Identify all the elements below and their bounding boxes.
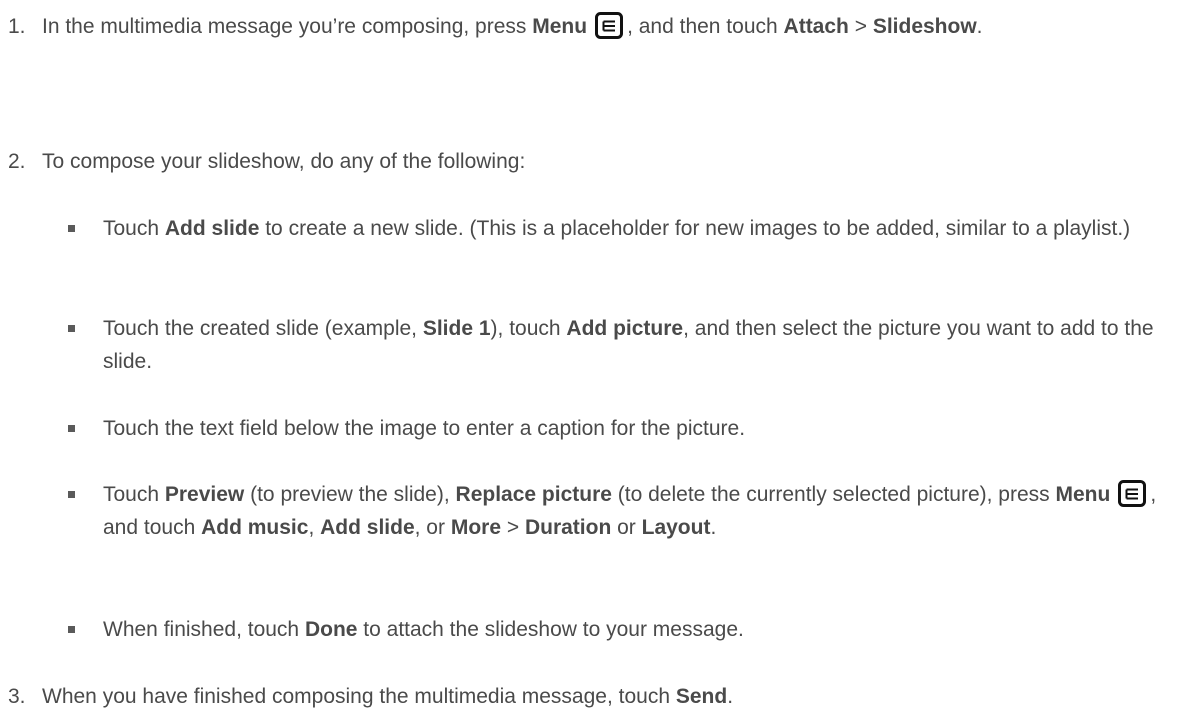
bold-term: Add slide (320, 516, 415, 539)
text-run: . (710, 516, 717, 539)
text-run: (to preview the slide), (244, 483, 456, 506)
text-run: To compose your slideshow, do any of the… (42, 150, 526, 173)
bullet-square-icon (68, 626, 75, 633)
bold-term: Attach (783, 15, 849, 38)
text-run: . (727, 685, 734, 708)
bullet-text: Touch Add slide to create a new slide. (… (103, 212, 1193, 245)
menu-icon (595, 12, 624, 39)
step-number: 2. (8, 150, 26, 173)
bold-term: Send (675, 685, 728, 708)
bold-term: Slide 1 (422, 317, 491, 340)
text-run: Touch the text field below the image to … (103, 417, 746, 440)
text-run: ), touch (490, 317, 567, 340)
bold-term: Slideshow (872, 15, 977, 38)
text-run: , or (414, 516, 451, 539)
step-text: When you have finished composing the mul… (42, 680, 1197, 713)
bullet-square-icon (68, 325, 75, 332)
bold-term: Add picture (566, 317, 684, 340)
step-number: 3. (8, 685, 26, 708)
bullet-text: Touch the created slide (example, Slide … (103, 312, 1193, 378)
bold-term: Add slide (164, 217, 260, 240)
text-run: , (308, 516, 321, 539)
bold-term: Done (304, 618, 358, 641)
step-number: 1. (8, 15, 26, 38)
bullet-text: Touch the text field below the image to … (103, 412, 1193, 445)
bold-term: Duration (524, 516, 612, 539)
bullet-square-icon (68, 225, 75, 232)
text-run: In the multimedia message you’re composi… (42, 15, 533, 38)
bullet-text: Touch Preview (to preview the slide), Re… (103, 478, 1193, 544)
text-run: . (976, 15, 983, 38)
bold-term: Layout (641, 516, 711, 539)
text-run: , and then touch (627, 15, 784, 38)
bold-term: Menu (532, 15, 588, 38)
bullet-text: When finished, touch Done to attach the … (103, 613, 1193, 646)
text-run: Touch the created slide (example, (103, 317, 423, 340)
text-run: Touch (103, 483, 165, 506)
text-run: When finished, touch (103, 618, 305, 641)
bold-term: Menu (1055, 483, 1111, 506)
bold-term: More (450, 516, 502, 539)
step-text: In the multimedia message you’re composi… (42, 10, 1197, 43)
text-run: to create a new slide. (This is a placeh… (259, 217, 1131, 240)
bold-term: Preview (164, 483, 245, 506)
text-run: or (611, 516, 642, 539)
text-run: When you have finished composing the mul… (42, 685, 676, 708)
bullet-square-icon (68, 491, 75, 498)
text-run: > (848, 15, 873, 38)
bold-term: Add music (201, 516, 309, 539)
menu-icon (1118, 480, 1147, 507)
text-run: Touch (103, 217, 165, 240)
step-text: To compose your slideshow, do any of the… (42, 145, 1197, 178)
bold-term: Replace picture (455, 483, 612, 506)
bullet-square-icon (68, 425, 75, 432)
text-run: > (501, 516, 525, 539)
text-run: (to delete the currently selected pictur… (611, 483, 1056, 506)
text-run: to attach the slideshow to your message. (357, 618, 744, 641)
